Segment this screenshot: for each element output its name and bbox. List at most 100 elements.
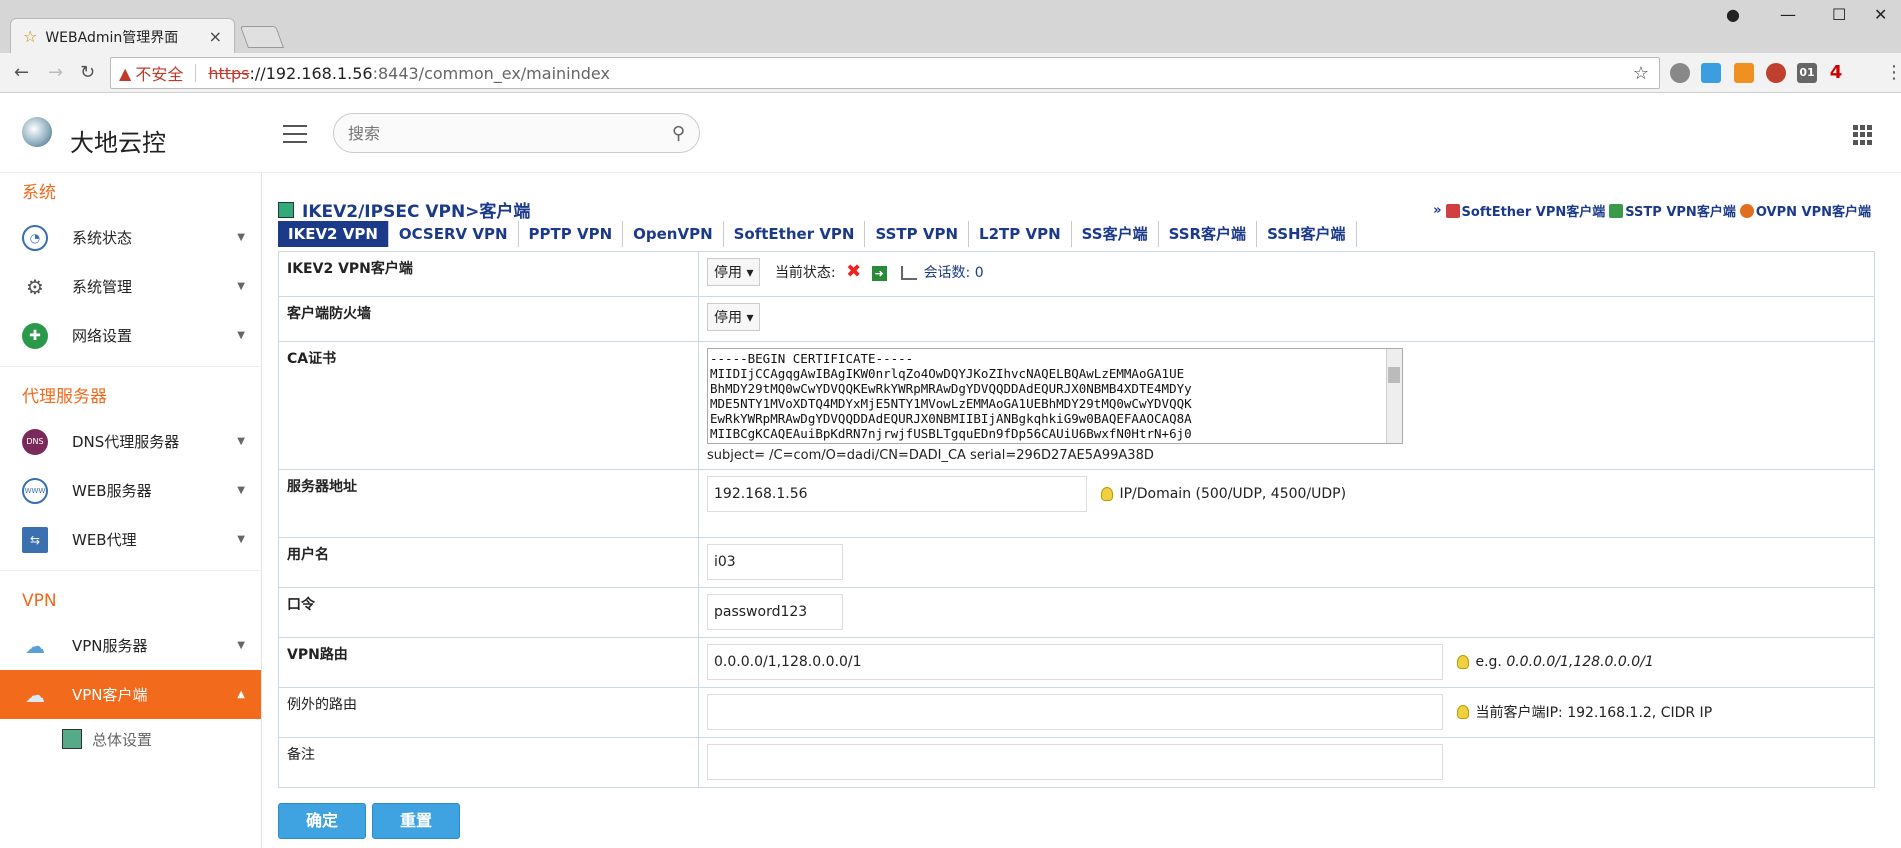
link-ovpn-client[interactable]: OVPN VPN客户端	[1739, 201, 1871, 220]
caret-down-icon: ▼	[237, 281, 245, 292]
vpn-tabs: IKEV2 VPN OCSERV VPN PPTP VPN OpenVPN So…	[278, 221, 1357, 247]
ovpn-icon	[1739, 203, 1754, 218]
forward-icon[interactable]: →	[48, 62, 63, 83]
apps-grid-icon[interactable]	[1853, 125, 1873, 145]
extension-qr-icon[interactable]	[1701, 63, 1721, 83]
firewall-select[interactable]: 停用 ▾	[707, 303, 761, 331]
sidebar-item-dns[interactable]: DNS DNS代理服务器 ▼	[0, 417, 261, 466]
tab-softether[interactable]: SoftEther VPN	[724, 221, 866, 247]
sidebar-item-label: 系统管理	[72, 278, 133, 296]
tab-ss-client[interactable]: SS客户端	[1072, 221, 1159, 247]
route-input[interactable]	[707, 644, 1443, 680]
settings-form: IKEV2 VPN客户端 停用 ▾ 当前状态: ✖ ➜ 会话数: 0 客户端防火…	[278, 251, 1875, 788]
tab-sstp[interactable]: SSTP VPN	[865, 221, 970, 247]
link-label: OVPN VPN客户端	[1755, 205, 1871, 220]
tab-pptp[interactable]: PPTP VPN	[519, 221, 624, 247]
server-input[interactable]	[707, 476, 1087, 512]
url-bar[interactable]: ▲ 不安全 https ://192.168.1.56 :8443/common…	[110, 57, 1660, 89]
sidebar-item-vpn-client[interactable]: ☁ VPN客户端 ▲	[0, 670, 261, 719]
browser-menu-icon[interactable]: ⋮	[1885, 62, 1901, 83]
sidebar-item-network[interactable]: ✚ 网络设置 ▼	[0, 311, 261, 360]
search-icon[interactable]: ⚲	[672, 123, 685, 144]
row-except: 例外的路由 当前客户端IP: 192.168.1.2, CIDR IP	[278, 687, 1875, 738]
tab-ikev2[interactable]: IKEV2 VPN	[278, 221, 389, 247]
bookmark-star-icon[interactable]: ☆	[1633, 63, 1649, 84]
client-label: IKEV2 VPN客户端	[278, 251, 699, 297]
cert-scrollbar[interactable]	[1386, 349, 1402, 443]
username-input[interactable]	[707, 544, 843, 580]
profile-icon[interactable]: ●	[1726, 5, 1740, 24]
browser-tab[interactable]: ☆ WEBAdmin管理界面 ×	[10, 18, 235, 54]
server-label: 服务器地址	[278, 469, 699, 538]
user-cell	[698, 537, 1875, 588]
stopped-status-icon: ✖	[846, 261, 862, 282]
pass-label: 口令	[278, 587, 699, 638]
tab-close-icon[interactable]: ×	[209, 27, 222, 46]
url-protocol: https	[208, 63, 250, 83]
password-input[interactable]	[707, 594, 843, 630]
close-window-icon[interactable]: ✕	[1874, 5, 1887, 24]
extension-circle-icon[interactable]	[1670, 63, 1690, 83]
sidebar-item-system-admin[interactable]: ⚙ 系统管理 ▼	[0, 262, 261, 311]
sidebar-item-vpn-server[interactable]: ☁ VPN服务器 ▼	[0, 621, 261, 670]
ca-cert-textarea[interactable]: -----BEGIN CERTIFICATE----- MIIDIjCCAgqg…	[707, 348, 1403, 444]
tab-openvpn[interactable]: OpenVPN	[623, 221, 724, 247]
warning-icon: ▲	[119, 63, 132, 83]
link-softether-client[interactable]: SoftEther VPN客户端	[1445, 201, 1606, 220]
app-header: 大地云控 ⚲	[0, 93, 1901, 173]
except-route-input[interactable]	[707, 694, 1443, 730]
route-hint-prefix: e.g.	[1475, 654, 1502, 670]
extension-face-icon[interactable]	[1734, 63, 1754, 83]
back-icon[interactable]: ←	[14, 62, 29, 83]
url-host: ://192.168.1.56	[249, 63, 373, 83]
minimize-icon[interactable]: —	[1780, 5, 1796, 24]
client-enable-select[interactable]: 停用 ▾	[707, 258, 761, 286]
extension-4-icon[interactable]: 4	[1826, 63, 1846, 83]
caret-up-icon: ▲	[237, 689, 245, 700]
star-favicon-icon: ☆	[23, 27, 38, 46]
note-input[interactable]	[707, 744, 1443, 780]
reload-icon[interactable]: ↻	[80, 62, 95, 83]
caret-down-icon: ▼	[237, 534, 245, 545]
except-hint-text: 当前客户端IP: 192.168.1.2, CIDR IP	[1475, 705, 1713, 721]
row-client: IKEV2 VPN客户端 停用 ▾ 当前状态: ✖ ➜ 会话数: 0	[278, 251, 1875, 297]
link-label: SSTP VPN客户端	[1625, 205, 1736, 220]
connect-icon[interactable]: ➜	[871, 266, 887, 281]
pass-cell	[698, 587, 1875, 638]
except-label: 例外的路由	[278, 687, 699, 738]
ca-cell: -----BEGIN CERTIFICATE----- MIIDIjCCAgqg…	[698, 341, 1875, 470]
link-sstp-client[interactable]: SSTP VPN客户端	[1609, 201, 1736, 220]
server-hint-text: IP/Domain (500/UDP, 4500/UDP)	[1119, 486, 1347, 502]
sidebar-item-web-server[interactable]: WWW WEB服务器 ▼	[0, 466, 261, 515]
confirm-button[interactable]: 确定	[278, 803, 366, 839]
new-tab-button[interactable]	[239, 26, 285, 48]
gauge-icon: ◔	[22, 224, 48, 251]
tab-ssr-client[interactable]: SSR客户端	[1159, 221, 1258, 247]
sidebar-subitem-label: 总体设置	[92, 730, 153, 749]
session-count[interactable]: 会话数: 0	[924, 265, 984, 281]
caret-down-icon: ▼	[237, 330, 245, 341]
softether-icon	[1445, 203, 1460, 218]
client-cell: 停用 ▾ 当前状态: ✖ ➜ 会话数: 0	[698, 251, 1875, 297]
sidebar-item-web-proxy[interactable]: ⇆ WEB代理 ▼	[0, 515, 261, 564]
tab-ssh-client[interactable]: SSH客户端	[1257, 221, 1357, 247]
firewall-cell: 停用 ▾	[698, 296, 1875, 342]
sidebar-subitem-general-settings[interactable]: 总体设置	[0, 719, 261, 759]
search-input[interactable]	[348, 123, 672, 143]
reset-button[interactable]: 重置	[372, 803, 460, 839]
tab-ocserv[interactable]: OCSERV VPN	[389, 221, 519, 247]
caret-down-icon: ▼	[237, 436, 245, 447]
user-label: 用户名	[278, 537, 699, 588]
sidebar-item-label: WEB代理	[72, 531, 137, 549]
extension-chrome-icon[interactable]	[1766, 63, 1786, 83]
sidebar-item-system-status[interactable]: ◔ 系统状态 ▼	[0, 213, 261, 262]
link-label: SoftEther VPN客户端	[1461, 205, 1606, 220]
maximize-icon[interactable]: ☐	[1832, 5, 1846, 24]
insecure-label: 不安全	[135, 65, 184, 84]
cert-scrollbar-thumb[interactable]	[1388, 367, 1400, 383]
ca-label: CA证书	[278, 341, 699, 470]
menu-toggle-icon[interactable]	[283, 125, 307, 143]
chart-icon[interactable]	[901, 266, 918, 280]
extension-01-icon[interactable]: 01	[1797, 63, 1817, 83]
tab-l2tp[interactable]: L2TP VPN	[969, 221, 1072, 247]
